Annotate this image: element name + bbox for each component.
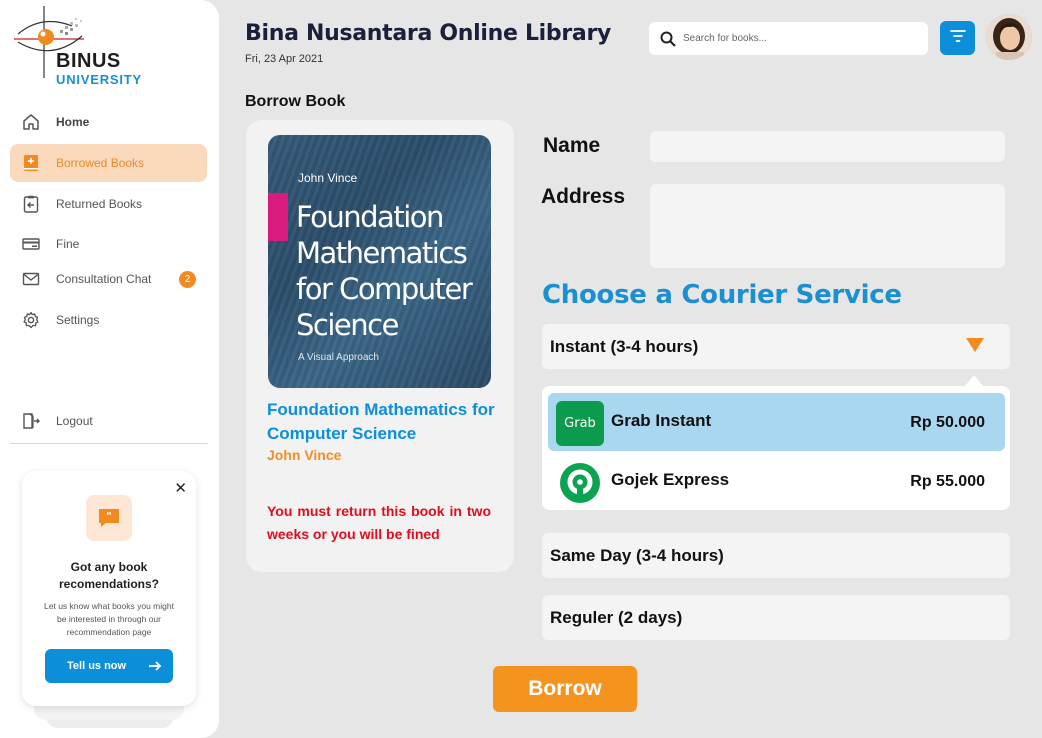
book-author: John Vince <box>267 447 342 463</box>
current-date: Fri, 23 Apr 2021 <box>245 53 324 65</box>
sidebar-item-home[interactable]: Home <box>10 103 207 141</box>
filter-icon <box>949 29 966 48</box>
sidebar-item-label: Borrowed Books <box>56 156 145 170</box>
user-avatar[interactable] <box>986 14 1032 60</box>
sidebar-item-fine[interactable]: Fine <box>10 225 207 263</box>
sidebar-item-label: Settings <box>56 313 100 327</box>
cover-subtitle: A Visual Approach <box>298 352 379 363</box>
promo-title: Got any book recomendations? <box>58 560 160 591</box>
cover-title: Foundation Mathematics for Computer Scie… <box>296 200 473 342</box>
address-field[interactable] <box>650 184 1005 268</box>
sidebar-item-borrowed-books[interactable]: Borrowed Books <box>10 144 207 182</box>
user-photo-icon <box>986 14 1032 60</box>
sidebar-divider <box>10 443 207 444</box>
search-bar[interactable] <box>649 22 928 55</box>
binus-logo[interactable]: BINUS UNIVERSITY <box>12 4 162 90</box>
search-icon <box>659 30 677 48</box>
close-icon[interactable]: ✕ <box>174 479 187 497</box>
book-title: Foundation Mathematics for Computer Scie… <box>267 400 495 443</box>
search-input[interactable] <box>683 33 913 44</box>
gojek-logo-icon <box>556 460 604 505</box>
gear-icon <box>20 309 42 331</box>
cover-author: John Vince <box>298 171 358 185</box>
grab-logo-icon: Grab <box>556 401 604 446</box>
sidebar-item-label: Fine <box>56 237 80 251</box>
service-label: Same Day (3-4 hours) <box>550 545 724 565</box>
unread-count-badge: 2 <box>179 271 196 288</box>
grab-logo-text: Grab <box>564 416 596 431</box>
quote-chat-icon: " <box>86 495 132 541</box>
logout-button[interactable]: Logout <box>10 402 207 440</box>
section-title: Borrow Book <box>245 93 346 110</box>
svg-text:": " <box>106 510 112 523</box>
sidebar: BINUS UNIVERSITY Home Borrowed Books Ret… <box>0 0 219 738</box>
sidebar-item-label: Returned Books <box>56 197 143 211</box>
options-caret <box>965 375 983 386</box>
name-field[interactable] <box>650 131 1005 162</box>
courier-section-title: Choose a Courier Service <box>542 280 902 310</box>
triangle-down-icon <box>966 338 984 352</box>
courier-options-list: Grab Grab Instant Rp 50.000 Gojek Expres… <box>542 386 1010 510</box>
sidebar-item-label: Consultation Chat <box>56 272 152 286</box>
service-label: Reguler (2 days) <box>550 607 683 627</box>
sidebar-item-settings[interactable]: Settings <box>10 301 207 339</box>
sidebar-item-label: Home <box>56 115 90 129</box>
tell-us-now-label: Tell us now <box>67 660 127 672</box>
cover-accent-stripe <box>268 193 288 241</box>
mail-icon <box>20 268 42 290</box>
fine-card-icon <box>20 233 42 255</box>
courier-option-gojek-express[interactable]: Gojek Express Rp 55.000 <box>548 452 1005 510</box>
arrow-right-icon <box>147 658 163 677</box>
return-warning: You must return this book in two weeks o… <box>267 503 491 542</box>
courier-name: Gojek Express <box>611 470 730 489</box>
borrowed-book-icon <box>20 152 42 174</box>
logout-label: Logout <box>56 414 93 428</box>
recommendation-card: ✕ " Got any book recomendations? Let us … <box>22 471 196 706</box>
courier-name: Grab Instant <box>611 411 712 430</box>
service-reguler-dropdown[interactable]: Reguler (2 days) <box>542 595 1010 640</box>
home-icon <box>20 111 42 133</box>
courier-option-grab-instant[interactable]: Grab Grab Instant Rp 50.000 <box>548 393 1005 451</box>
address-label: Address <box>541 185 626 208</box>
courier-price: Rp 50.000 <box>910 414 985 431</box>
service-same-day-dropdown[interactable]: Same Day (3-4 hours) <box>542 533 1010 578</box>
returned-book-icon <box>20 193 42 215</box>
logo-text-binus: BINUS <box>56 50 121 72</box>
page-title: Bina Nusantara Online Library <box>245 21 612 46</box>
logout-icon <box>20 410 42 432</box>
filter-button[interactable] <box>940 21 975 55</box>
logo-text-university: UNIVERSITY <box>56 72 143 87</box>
sidebar-item-returned-books[interactable]: Returned Books <box>10 185 207 223</box>
book-card: John Vince Foundation Mathematics for Co… <box>246 120 514 572</box>
borrow-button[interactable]: Borrow <box>493 666 637 712</box>
service-label: Instant (3-4 hours) <box>550 336 699 356</box>
courier-price: Rp 55.000 <box>910 473 985 490</box>
name-label: Name <box>543 134 601 157</box>
tell-us-now-button[interactable]: Tell us now <box>45 649 173 683</box>
service-instant-dropdown[interactable]: Instant (3-4 hours) <box>542 324 1010 369</box>
sidebar-item-consultation-chat[interactable]: Consultation Chat 2 <box>10 260 207 298</box>
promo-description: Let us know what books you might be inte… <box>44 601 174 637</box>
book-cover: John Vince Foundation Mathematics for Co… <box>268 135 491 388</box>
